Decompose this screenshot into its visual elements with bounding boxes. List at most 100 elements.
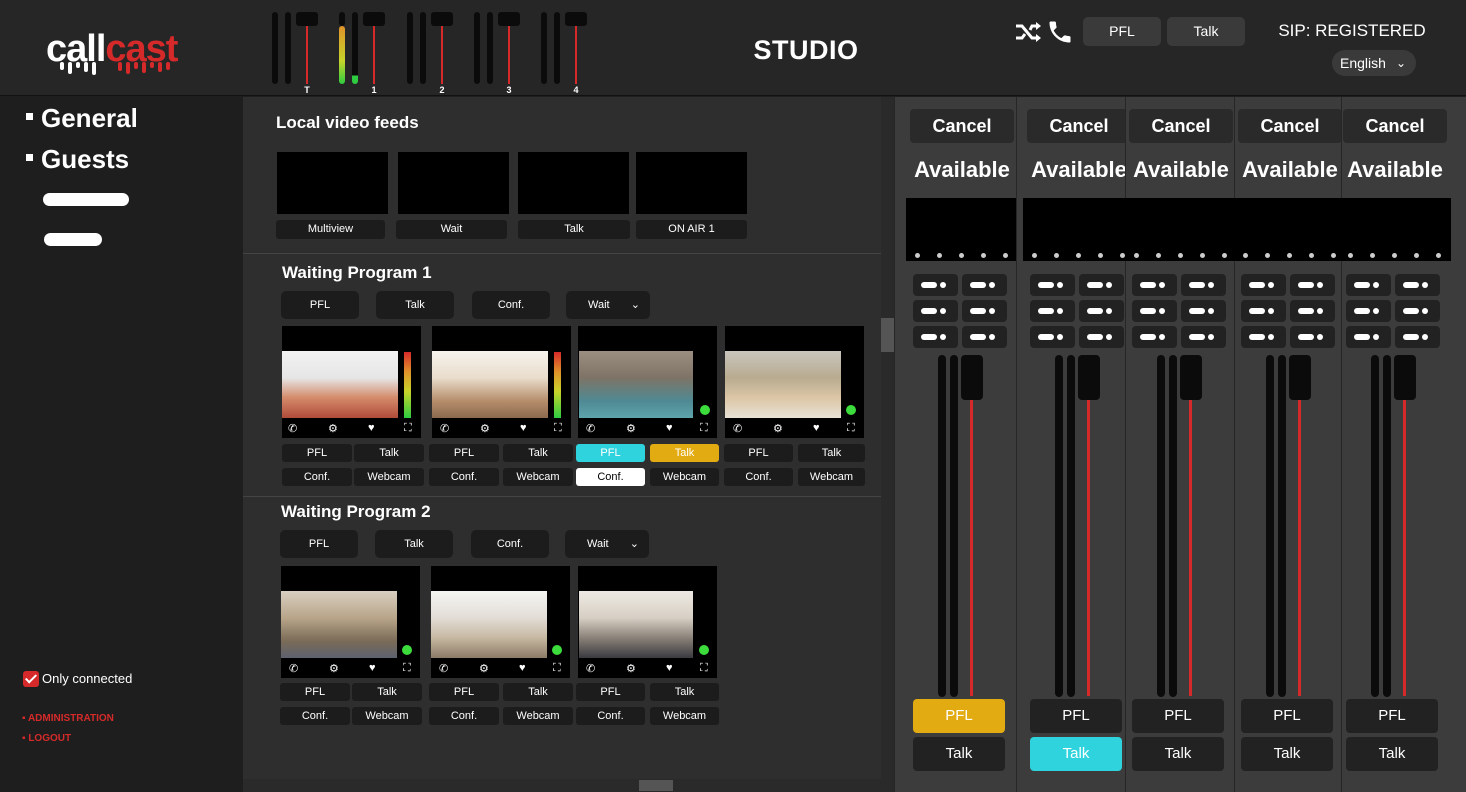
guest-webcam-button[interactable]: Webcam xyxy=(354,468,424,486)
channel-small-button[interactable] xyxy=(913,274,958,296)
channel-small-button[interactable] xyxy=(1132,300,1177,322)
gear-icon[interactable]: ⚙ xyxy=(773,422,783,435)
channel-talk-button[interactable]: Talk xyxy=(1346,737,1438,771)
channel-pfl-button[interactable]: PFL xyxy=(913,699,1005,733)
phone-icon[interactable] xyxy=(1046,18,1074,46)
guest-pfl-button[interactable]: PFL xyxy=(576,683,645,701)
feed-wait[interactable] xyxy=(398,152,509,214)
channel-small-button[interactable] xyxy=(1395,274,1440,296)
channel-small-button[interactable] xyxy=(1346,274,1391,296)
heart-icon[interactable]: ♥ xyxy=(666,662,673,674)
channel-small-button[interactable] xyxy=(1079,326,1124,348)
fullscreen-icon[interactable]: ⛶ xyxy=(700,422,708,435)
program-mode-select[interactable]: Wait ⌄ xyxy=(566,291,650,319)
fullscreen-icon[interactable]: ⛶ xyxy=(847,422,855,435)
guest-video-card[interactable]: ✆ ⚙ ♥ ⛶ xyxy=(282,326,421,438)
channel-small-button[interactable] xyxy=(1346,300,1391,322)
channel-small-button[interactable] xyxy=(1290,274,1335,296)
header-pfl-button[interactable]: PFL xyxy=(1083,17,1161,46)
channel-small-button[interactable] xyxy=(1030,300,1075,322)
cancel-button[interactable]: Cancel xyxy=(1129,109,1233,143)
feed-on-air[interactable] xyxy=(636,152,747,214)
guest-webcam-button[interactable]: Webcam xyxy=(503,707,573,725)
guest-video-card[interactable]: ✆ ⚙ ♥ ⛶ xyxy=(578,566,717,678)
cancel-button[interactable]: Cancel xyxy=(1238,109,1342,143)
channel-pfl-button[interactable]: PFL xyxy=(1241,699,1333,733)
fader-track[interactable] xyxy=(970,400,973,696)
gear-icon[interactable]: ⚙ xyxy=(328,422,338,435)
guest-conf-button[interactable]: Conf. xyxy=(429,707,499,725)
shuffle-icon[interactable] xyxy=(1014,20,1042,44)
feed-label[interactable]: Multiview xyxy=(276,220,385,239)
cancel-button[interactable]: Cancel xyxy=(1027,109,1131,143)
channel-pfl-button[interactable]: PFL xyxy=(1132,699,1224,733)
channel-small-button[interactable] xyxy=(1241,326,1286,348)
guest-talk-button[interactable]: Talk xyxy=(798,444,865,462)
gear-icon[interactable]: ⚙ xyxy=(329,662,339,675)
heart-icon[interactable]: ♥ xyxy=(813,422,820,434)
channel-video-preview[interactable] xyxy=(906,198,1018,261)
guest-talk-button[interactable]: Talk xyxy=(503,444,573,462)
channel-small-button[interactable] xyxy=(913,300,958,322)
fader-track[interactable] xyxy=(1189,400,1192,696)
logout-link[interactable]: ▪ LOGOUT xyxy=(22,733,71,744)
program-pfl-button[interactable]: PFL xyxy=(281,291,359,319)
guest-pfl-button[interactable]: PFL xyxy=(429,444,499,462)
guest-webcam-button[interactable]: Webcam xyxy=(798,468,865,486)
cancel-button[interactable]: Cancel xyxy=(910,109,1014,143)
scrollbar-thumb[interactable] xyxy=(639,780,673,791)
phone-icon[interactable]: ✆ xyxy=(586,422,595,435)
phone-icon[interactable]: ✆ xyxy=(439,662,448,675)
guest-talk-button[interactable]: Talk xyxy=(650,683,719,701)
fader-knob[interactable] xyxy=(1394,355,1416,400)
guest-talk-button-active[interactable]: Talk xyxy=(650,444,719,462)
guest-talk-button[interactable]: Talk xyxy=(503,683,573,701)
guest-conf-button[interactable]: Conf. xyxy=(724,468,793,486)
fader-track[interactable] xyxy=(1298,400,1301,696)
phone-icon[interactable]: ✆ xyxy=(440,422,449,435)
guest-pfl-button-active[interactable]: PFL xyxy=(576,444,645,462)
phone-icon[interactable]: ✆ xyxy=(586,662,595,675)
phone-icon[interactable]: ✆ xyxy=(288,422,297,435)
gear-icon[interactable]: ⚙ xyxy=(479,662,489,675)
feed-label[interactable]: Wait xyxy=(396,220,507,239)
channel-small-button[interactable] xyxy=(1241,274,1286,296)
channel-video-preview[interactable] xyxy=(1023,198,1135,261)
main-horizontal-scrollbar[interactable] xyxy=(243,779,894,792)
program-mode-select[interactable]: Wait ⌄ xyxy=(565,530,649,558)
channel-small-button[interactable] xyxy=(962,326,1007,348)
heart-icon[interactable]: ♥ xyxy=(369,662,376,674)
heart-icon[interactable]: ♥ xyxy=(520,422,527,434)
channel-small-button[interactable] xyxy=(1079,300,1124,322)
feed-talk[interactable] xyxy=(518,152,629,214)
gear-icon[interactable]: ⚙ xyxy=(480,422,490,435)
guest-conf-button[interactable]: Conf. xyxy=(429,468,499,486)
fullscreen-icon[interactable]: ⛶ xyxy=(700,662,708,675)
feed-multiview[interactable] xyxy=(277,152,388,214)
guest-video-card[interactable]: ✆ ⚙ ♥ ⛶ xyxy=(431,566,570,678)
program-pfl-button[interactable]: PFL xyxy=(280,530,358,558)
fullscreen-icon[interactable]: ⛶ xyxy=(404,422,412,435)
feed-label[interactable]: Talk xyxy=(518,220,630,239)
administration-link[interactable]: ▪ ADMINISTRATION xyxy=(22,713,114,724)
channel-small-button[interactable] xyxy=(962,300,1007,322)
sidebar-item-general[interactable]: General xyxy=(26,103,138,134)
guest-video-card[interactable]: ✆ ⚙ ♥ ⛶ xyxy=(281,566,420,678)
phone-icon[interactable]: ✆ xyxy=(733,422,742,435)
channel-small-button[interactable] xyxy=(1181,326,1226,348)
guest-video-card[interactable]: ✆ ⚙ ♥ ⛶ xyxy=(432,326,571,438)
program-talk-button[interactable]: Talk xyxy=(376,291,454,319)
program-conf-button[interactable]: Conf. xyxy=(471,530,549,558)
channel-small-button[interactable] xyxy=(1181,274,1226,296)
guest-conf-button-active[interactable]: Conf. xyxy=(576,468,645,486)
meter-T[interactable]: T xyxy=(272,12,322,96)
guest-talk-button[interactable]: Talk xyxy=(352,683,422,701)
main-vertical-scrollbar[interactable] xyxy=(881,97,894,779)
meter-4[interactable]: 4 xyxy=(541,12,591,96)
gear-icon[interactable]: ⚙ xyxy=(626,422,636,435)
guest-conf-button[interactable]: Conf. xyxy=(282,468,352,486)
sidebar-subitem-placeholder[interactable] xyxy=(44,233,102,246)
channel-talk-button[interactable]: Talk xyxy=(1030,737,1122,771)
header-talk-button[interactable]: Talk xyxy=(1167,17,1245,46)
sidebar-subitem-placeholder[interactable] xyxy=(43,193,129,206)
